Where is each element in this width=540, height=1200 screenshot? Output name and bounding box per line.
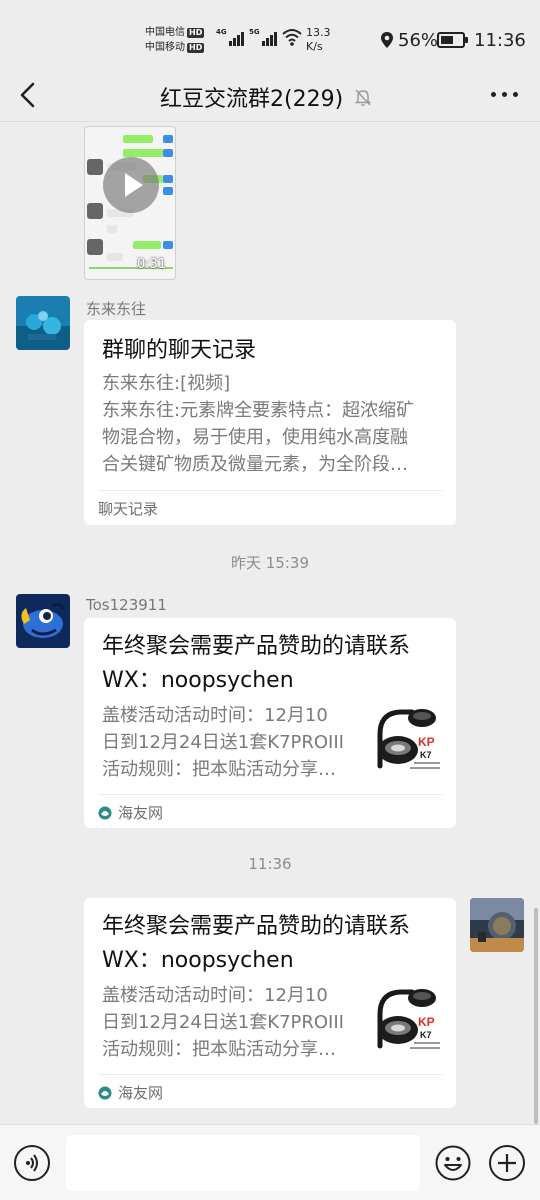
signal-4g-icon: 4G — [216, 28, 244, 46]
title-group: 红豆交流群2(229) — [160, 81, 373, 113]
card-title: WX：noopsychen — [102, 948, 294, 973]
battery-percent: 56% — [398, 30, 439, 51]
card-desc-line: 盖楼活动活动时间：12月10 — [102, 985, 328, 1006]
card-desc-line: 东来东往:[视频] — [102, 373, 231, 394]
product-logo: KP — [418, 1015, 435, 1029]
card-title: 群聊的聊天记录 — [102, 338, 257, 363]
voice-icon[interactable] — [14, 1145, 50, 1181]
input-bar — [0, 1124, 540, 1200]
battery-icon — [437, 32, 468, 48]
more-icon[interactable] — [491, 92, 518, 97]
sender-name: 东来东往 — [86, 300, 147, 318]
divider — [98, 490, 442, 491]
card-title: 年终聚会需要产品赞助的请联系 — [102, 634, 411, 659]
carrier-2: 中国移动 — [145, 42, 185, 53]
status-time: 11:36 — [474, 30, 526, 51]
status-bar: 中国电信 HD 中国移动 HD 4G 5G 13.3 K/s 56% 11:36 — [0, 0, 540, 70]
page-title: 红豆交流群2(229) — [160, 87, 344, 112]
timestamp: 昨天 15:39 — [231, 554, 309, 572]
card-desc-line: 日到12月24日送1套K7PROIII — [102, 732, 344, 753]
hd-badge: HD — [187, 42, 205, 53]
video-message[interactable]: 0:31 — [84, 126, 176, 280]
card-source: 海友网 — [98, 1082, 163, 1103]
video-duration: 0:31 — [137, 257, 167, 272]
sender-name: Tos123911 — [86, 596, 167, 614]
product-model: K7 — [420, 750, 432, 760]
divider — [98, 794, 442, 795]
link-card[interactable]: 年终聚会需要产品赞助的请联系 WX：noopsychen 盖楼活动活动时间：12… — [84, 898, 456, 1108]
my-avatar[interactable] — [470, 898, 524, 952]
message-input[interactable] — [66, 1135, 420, 1191]
card-desc-line: 东来东往:元素牌全要素特点：超浓缩矿 — [102, 400, 415, 421]
play-icon[interactable] — [103, 157, 159, 213]
carrier-1: 中国电信 — [145, 27, 185, 38]
back-icon[interactable] — [14, 80, 44, 110]
haiyou-logo-icon — [98, 1086, 112, 1099]
scrollbar[interactable] — [534, 908, 538, 1124]
card-desc-line: 活动规则：把本贴活动分享… — [102, 1039, 336, 1060]
chat-header: 红豆交流群2(229) — [0, 70, 540, 122]
haiyou-logo-icon — [98, 806, 112, 819]
mute-icon — [354, 89, 372, 106]
card-desc-line: 日到12月24日送1套K7PROIII — [102, 1012, 344, 1033]
product-logo: KP — [418, 735, 435, 749]
product-thumbnail: KP K7 — [372, 984, 442, 1054]
signal-5g-icon: 5G — [249, 28, 277, 46]
network-speed: 13.3 K/s — [306, 26, 331, 53]
chat-record-card[interactable]: 群聊的聊天记录 东来东往:[视频] 东来东往:元素牌全要素特点：超浓缩矿 物混合… — [84, 320, 456, 525]
avatar[interactable] — [16, 296, 70, 350]
card-desc-line: 合关键矿物质及微量元素，为全阶段… — [102, 454, 408, 475]
card-source-label: 海友网 — [118, 804, 164, 822]
card-desc-line: 物混合物，易于使用，使用纯水高度融 — [102, 427, 408, 448]
carrier-info: 中国电信 HD 中国移动 HD — [145, 25, 205, 55]
avatar[interactable] — [16, 594, 70, 648]
chat-area[interactable]: 0:31 东来东往 群聊的聊天记录 东来东往:[视频] 东来东往:元素牌全要素特… — [0, 122, 540, 1124]
card-footer-label: 聊天记录 — [98, 500, 159, 518]
card-desc-line: 活动规则：把本贴活动分享… — [102, 759, 336, 780]
card-footer: 聊天记录 — [98, 498, 158, 519]
card-title: WX：noopsychen — [102, 668, 294, 693]
card-desc-line: 盖楼活动活动时间：12月10 — [102, 705, 328, 726]
product-model: K7 — [420, 1030, 432, 1040]
timestamp: 11:36 — [248, 855, 292, 873]
link-card[interactable]: 年终聚会需要产品赞助的请联系 WX：noopsychen 盖楼活动活动时间：12… — [84, 618, 456, 828]
card-source-label: 海友网 — [118, 1084, 164, 1102]
product-thumbnail: KP K7 — [372, 704, 442, 774]
hd-badge: HD — [187, 27, 205, 38]
card-source: 海友网 — [98, 802, 163, 823]
plus-icon[interactable] — [489, 1145, 525, 1181]
divider — [98, 1074, 442, 1075]
card-title: 年终聚会需要产品赞助的请联系 — [102, 914, 411, 939]
emoji-icon[interactable] — [435, 1145, 471, 1181]
wifi-icon — [282, 29, 302, 46]
location-icon — [381, 32, 393, 48]
